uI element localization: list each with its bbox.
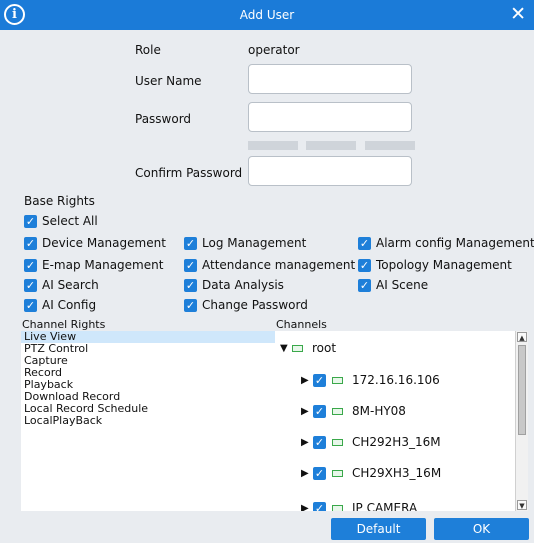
tree-node-label: CH29XH3_16M	[352, 466, 442, 480]
username-input[interactable]	[248, 64, 412, 94]
right-label: Data Analysis	[202, 278, 284, 292]
right-label: Log Management	[202, 236, 307, 250]
right-label: Device Management	[42, 236, 166, 250]
right-topology-management-checkbox[interactable]: ✓ Topology Management	[358, 257, 512, 273]
password-strength-medium	[306, 141, 356, 150]
expand-right-icon[interactable]: ▶	[301, 468, 313, 479]
base-rights-heading: Base Rights	[24, 194, 95, 208]
dialog-title: Add User	[239, 8, 295, 22]
password-strength-strong	[365, 141, 415, 150]
expand-right-icon[interactable]: ▶	[301, 375, 313, 386]
password-label: Password	[135, 112, 192, 126]
checkbox-checked-icon[interactable]: ✓	[313, 373, 326, 387]
scrollbar-thumb[interactable]	[518, 345, 526, 435]
checkbox-checked-icon: ✓	[184, 236, 197, 250]
right-label: E-map Management	[42, 258, 164, 272]
channels-tree: ▼ root ▶ ✓ 172.16.16.106 ▶ ✓ 8M-HY08 ▶ ✓…	[275, 331, 528, 511]
right-label: Topology Management	[376, 258, 512, 272]
tree-node-device[interactable]: ▶ ✓ CH29XH3_16M	[301, 466, 441, 480]
ok-button[interactable]: OK	[434, 518, 529, 540]
device-group-icon	[292, 344, 303, 352]
scroll-down-icon[interactable]: ▼	[517, 500, 527, 510]
checkbox-checked-icon: ✓	[24, 298, 37, 312]
camera-device-icon	[332, 438, 343, 446]
checkbox-checked-icon: ✓	[24, 236, 37, 250]
default-button[interactable]: Default	[331, 518, 426, 540]
tree-node-label: root	[312, 341, 337, 355]
checkbox-checked-icon: ✓	[184, 258, 197, 272]
checkbox-checked-icon: ✓	[24, 258, 37, 272]
scroll-up-icon[interactable]: ▲	[517, 332, 527, 342]
right-ai-search-checkbox[interactable]: ✓ AI Search	[24, 277, 99, 293]
right-ai-scene-checkbox[interactable]: ✓ AI Scene	[358, 277, 428, 293]
checkbox-checked-icon[interactable]: ✓	[313, 466, 326, 480]
channel-right-item-local-playback[interactable]: LocalPlayBack	[21, 415, 275, 427]
confirm-password-input[interactable]	[248, 156, 412, 186]
camera-device-icon	[332, 469, 343, 477]
right-device-management-checkbox[interactable]: ✓ Device Management	[24, 235, 166, 251]
camera-device-icon	[332, 407, 343, 415]
checkbox-checked-icon: ✓	[184, 298, 197, 312]
expand-right-icon[interactable]: ▶	[301, 406, 313, 417]
right-attendance-management-checkbox[interactable]: ✓ Attendance management	[184, 257, 355, 273]
right-alarm-config-management-checkbox[interactable]: ✓ Alarm config Management	[358, 235, 534, 251]
tree-node-label: IP CAMERA	[352, 501, 418, 511]
tree-node-label: 8M-HY08	[352, 404, 406, 418]
checkbox-checked-icon: ✓	[184, 278, 197, 292]
right-log-management-checkbox[interactable]: ✓ Log Management	[184, 235, 306, 251]
channels-heading: Channels	[276, 318, 327, 331]
checkbox-checked-icon[interactable]: ✓	[313, 404, 326, 418]
tree-node-device[interactable]: ▶ ✓ CH292H3_16M	[301, 435, 441, 449]
checkbox-checked-icon: ✓	[24, 278, 37, 292]
right-data-analysis-checkbox[interactable]: ✓ Data Analysis	[184, 277, 284, 293]
username-label: User Name	[135, 74, 202, 88]
right-label: AI Config	[42, 298, 97, 312]
select-all-checkbox[interactable]: ✓ Select All	[24, 213, 98, 229]
tree-node-device[interactable]: ▶ ✓ 8M-HY08	[301, 404, 406, 418]
password-strength-weak	[248, 141, 298, 150]
right-change-password-checkbox[interactable]: ✓ Change Password	[184, 297, 308, 313]
channel-rights-list: Live View PTZ Control Capture Record Pla…	[21, 331, 275, 511]
checkbox-checked-icon: ✓	[24, 214, 37, 228]
checkbox-checked-icon: ✓	[358, 236, 371, 250]
tree-node-label: 172.16.16.106	[352, 373, 440, 387]
checkbox-checked-icon: ✓	[358, 278, 371, 292]
checkbox-checked-icon[interactable]: ✓	[313, 501, 326, 511]
tree-node-label: CH292H3_16M	[352, 435, 441, 449]
password-input[interactable]	[248, 102, 412, 132]
close-icon[interactable]: ✕	[510, 4, 526, 24]
tree-node-root[interactable]: ▼ root	[280, 341, 336, 355]
expand-right-icon[interactable]: ▶	[301, 503, 313, 512]
checkbox-checked-icon[interactable]: ✓	[313, 435, 326, 449]
right-label: Alarm config Management	[376, 236, 534, 250]
right-label: AI Search	[42, 278, 99, 292]
right-ai-config-checkbox[interactable]: ✓ AI Config	[24, 297, 96, 313]
channels-scrollbar[interactable]: ▲ ▼	[515, 331, 528, 511]
select-all-label: Select All	[42, 214, 98, 228]
camera-device-icon	[332, 504, 343, 511]
checkbox-checked-icon: ✓	[358, 258, 371, 272]
role-value: operator	[248, 43, 300, 57]
expand-down-icon[interactable]: ▼	[280, 343, 292, 354]
confirm-password-label: Confirm Password	[135, 166, 243, 180]
role-label: Role	[135, 43, 161, 57]
right-label: Attendance management	[202, 258, 356, 272]
expand-right-icon[interactable]: ▶	[301, 437, 313, 448]
right-label: AI Scene	[376, 278, 429, 292]
tree-node-device[interactable]: ▶ ✓ IP CAMERA	[301, 501, 417, 511]
right-label: Change Password	[202, 298, 308, 312]
add-user-dialog: i Add User ✕ Role operator User Name Pas…	[0, 0, 534, 543]
tree-node-device[interactable]: ▶ ✓ 172.16.16.106	[301, 373, 440, 387]
right-emap-management-checkbox[interactable]: ✓ E-map Management	[24, 257, 163, 273]
title-bar: i Add User ✕	[0, 0, 534, 30]
camera-device-icon	[332, 376, 343, 384]
